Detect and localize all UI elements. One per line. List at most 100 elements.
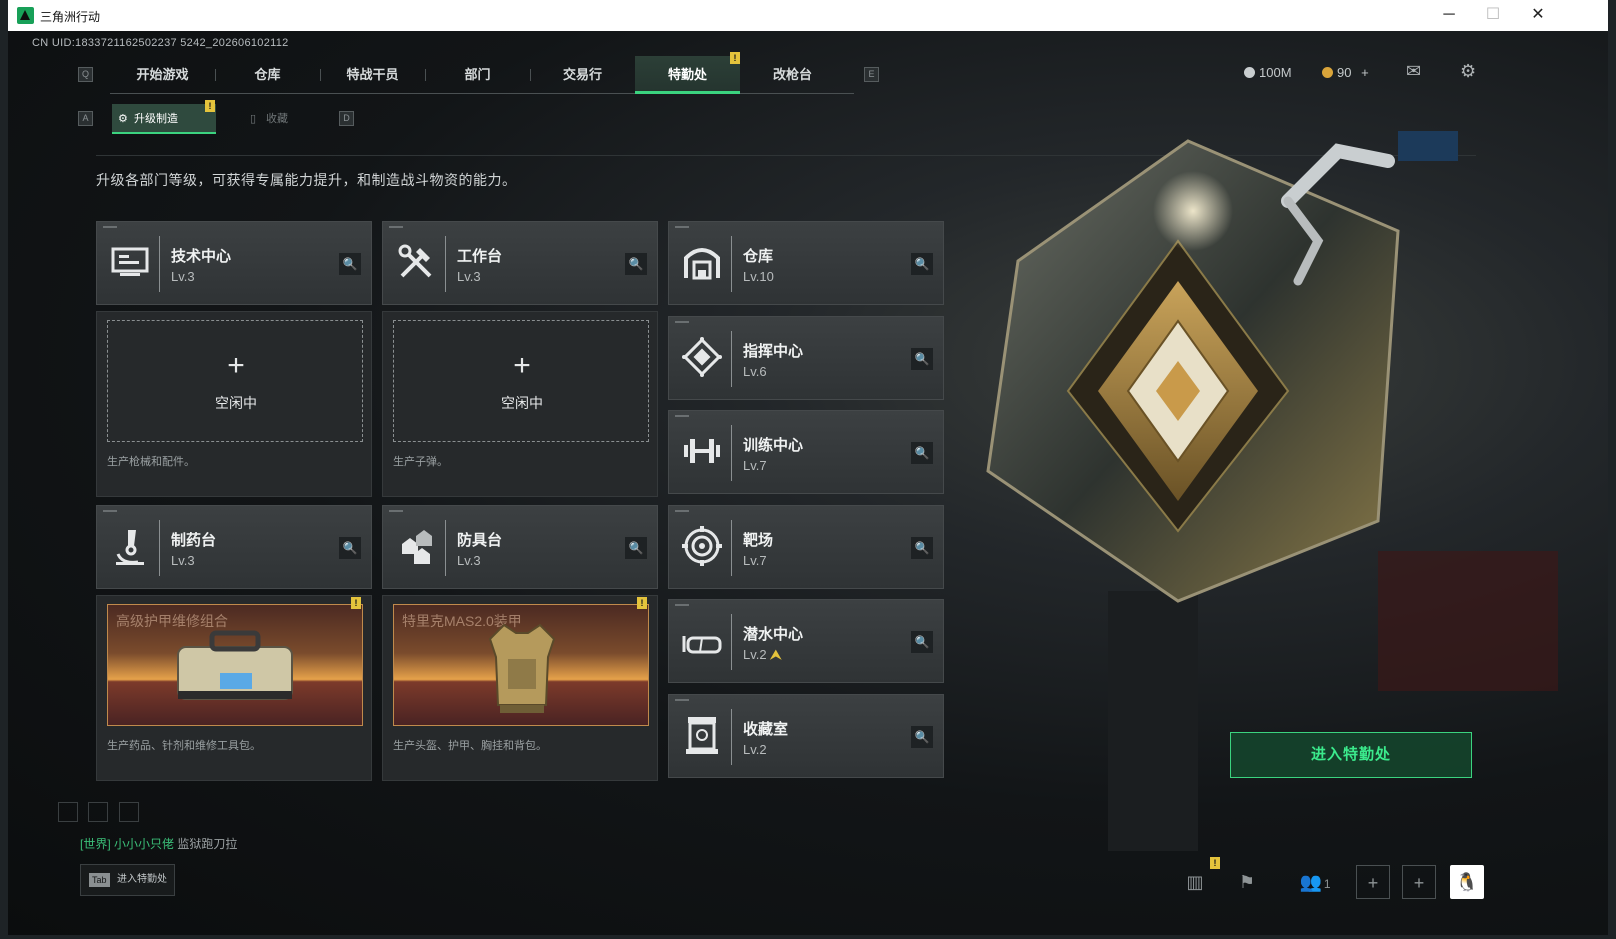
player-uid: CN UID:1833721162502237 5242_20260610211… xyxy=(32,37,289,49)
magnify-icon[interactable]: 🔍 xyxy=(625,253,647,275)
diving-mask-icon xyxy=(682,636,722,654)
chat-option-2[interactable] xyxy=(88,802,109,822)
chat-message[interactable]: [世界] 小小小只佬 监狱跑刀拉 xyxy=(80,835,237,852)
dept-card-training-center[interactable]: 训练中心 Lv.7 🔍 xyxy=(668,410,944,494)
tab-start-game[interactable]: 开始游戏 xyxy=(110,56,215,94)
ready-badge: ! xyxy=(351,597,361,609)
upgrade-available-icon: ⮝ xyxy=(770,647,782,662)
silver-currency[interactable]: 100M xyxy=(1244,65,1292,80)
gold-currency[interactable]: 90 + xyxy=(1322,65,1369,80)
subtab-upgrade-craft[interactable]: 升级制造 ⚙ xyxy=(112,104,216,134)
add-gold-button[interactable]: + xyxy=(1361,65,1369,80)
subtab-collection[interactable]: ▯ 收藏 xyxy=(244,104,324,134)
dept-card-tech-center[interactable]: 技术中心 Lv.3 🔍 xyxy=(96,221,372,305)
magnify-icon[interactable]: 🔍 xyxy=(911,726,933,748)
dept-level: Lv.3 xyxy=(171,269,195,284)
dept-name: 指挥中心 xyxy=(743,343,804,360)
main-nav: 开始游戏 仓库 特战干员 部门 交易行 特勤处 改枪台 xyxy=(110,56,854,94)
magnify-icon[interactable]: 🔍 xyxy=(339,537,361,559)
subnav-next-key[interactable]: D xyxy=(339,111,354,126)
dept-card-shooting-range[interactable]: 靶场 Lv.7 🔍 xyxy=(668,505,944,589)
maximize-button[interactable]: ☐ xyxy=(1473,4,1513,26)
production-slot-armor[interactable]: 特里克MAS2.0装甲 ! 生产头盔、护甲、胸挂和背包。 xyxy=(382,595,658,781)
stats-chart-icon[interactable]: ▥ xyxy=(1178,865,1212,899)
add-teammate-slot-2[interactable]: + xyxy=(1402,865,1436,899)
title-bar: 三角洲行动 ─ ☐ ✕ xyxy=(8,0,1608,31)
nav-next-key[interactable]: E xyxy=(864,67,879,82)
production-slot-ammo[interactable]: + 空闲中 生产子弹。 xyxy=(382,311,658,497)
close-button[interactable]: ✕ xyxy=(1518,4,1558,26)
production-slot-weapons[interactable]: + 空闲中 生产枪械和配件。 xyxy=(96,311,372,497)
dept-card-armor-bench[interactable]: 防具台 Lv.3 🔍 xyxy=(382,505,658,589)
settings-gear-icon[interactable]: ⚙ xyxy=(1460,61,1476,82)
dept-level: Lv.7 xyxy=(743,458,767,473)
dept-name: 技术中心 xyxy=(171,248,232,265)
slot-description: 生产枪械和配件。 xyxy=(107,456,195,468)
stats-badge: ! xyxy=(1210,857,1220,869)
dept-card-warehouse[interactable]: 仓库 Lv.10 🔍 xyxy=(668,221,944,305)
dept-name: 潜水中心 xyxy=(743,626,804,643)
subtab-upgrade-label: 升级制造 xyxy=(134,113,178,125)
dept-level: Lv.2 xyxy=(743,742,767,757)
flag-icon[interactable]: ⚑ xyxy=(1230,865,1264,899)
empty-slot[interactable]: + 空闲中 xyxy=(393,320,649,442)
add-teammate-slot-1[interactable]: + xyxy=(1356,865,1390,899)
friends-count: 1 xyxy=(1323,877,1331,891)
page-description: 升级各部门等级，可获得专属能力提升，和制造战斗物资的能力。 xyxy=(96,172,517,188)
gold-coin-icon xyxy=(1322,67,1333,78)
tab-key-hint: Tab xyxy=(89,873,110,887)
magnify-icon[interactable]: 🔍 xyxy=(911,253,933,275)
magnify-icon[interactable]: 🔍 xyxy=(339,253,361,275)
collection-icon xyxy=(686,717,718,754)
qq-avatar-icon[interactable]: 🐧 xyxy=(1450,865,1484,899)
slot-description: 生产子弹。 xyxy=(393,456,448,468)
dept-name: 防具台 xyxy=(457,532,503,549)
dept-name: 收藏室 xyxy=(743,721,789,738)
slot-status: 空闲中 xyxy=(501,395,543,411)
empty-slot[interactable]: + 空闲中 xyxy=(107,320,363,442)
chat-user[interactable]: 小小小只佬 xyxy=(114,837,174,851)
chat-option-1[interactable] xyxy=(58,802,78,822)
dept-level: Lv.6 xyxy=(743,364,767,379)
dept-level: Lv.3 xyxy=(457,553,481,568)
tab-market[interactable]: 交易行 xyxy=(530,56,635,94)
magnify-icon[interactable]: 🔍 xyxy=(911,537,933,559)
dept-card-command-center[interactable]: 指挥中心 Lv.6 🔍 xyxy=(668,316,944,400)
chat-option-3[interactable] xyxy=(118,802,139,822)
tools-icon xyxy=(398,244,432,278)
magnify-icon[interactable]: 🔍 xyxy=(911,442,933,464)
magnify-icon[interactable]: 🔍 xyxy=(625,537,647,559)
dumbbell-icon xyxy=(684,439,720,463)
dept-level: Lv.2 ⮝ xyxy=(743,647,782,662)
tab-departments[interactable]: 部门 xyxy=(425,56,530,94)
dept-card-diving-center[interactable]: 潜水中心 Lv.2 ⮝ 🔍 xyxy=(668,599,944,683)
magnify-icon[interactable]: 🔍 xyxy=(911,348,933,370)
dept-card-workbench[interactable]: 工作台 Lv.3 🔍 xyxy=(382,221,658,305)
enter-special-ops-button[interactable]: 进入特勤处 xyxy=(1230,732,1472,778)
nav-prev-key[interactable]: Q xyxy=(78,67,93,82)
crafting-item-image[interactable]: 特里克MAS2.0装甲 xyxy=(393,604,649,726)
slot-description: 生产药品、针剂和维修工具包。 xyxy=(107,740,261,752)
mail-icon[interactable]: ✉ xyxy=(1406,61,1421,82)
collection-tab-icon: ▯ xyxy=(250,113,257,125)
armor-icon xyxy=(402,530,432,564)
tab-enter-special-ops-button[interactable]: Tab 进入特勤处 xyxy=(80,864,175,896)
dept-name: 工作台 xyxy=(457,248,503,265)
dept-card-pharmacy[interactable]: 制药台 Lv.3 🔍 xyxy=(96,505,372,589)
crafting-item-image[interactable]: 高级护甲维修组合 xyxy=(107,604,363,726)
tab-storage[interactable]: 仓库 xyxy=(215,56,320,94)
window-title: 三角洲行动 xyxy=(40,10,101,24)
minimize-button[interactable]: ─ xyxy=(1429,4,1469,26)
friends-button[interactable]: 👥 1 xyxy=(1290,865,1340,899)
tab-operators[interactable]: 特战干员 xyxy=(320,56,425,94)
tab-gunsmith[interactable]: 改枪台 xyxy=(740,56,845,94)
warehouse-icon xyxy=(684,248,720,280)
armor-repair-kit-icon xyxy=(177,630,293,700)
tab-special-ops[interactable]: 特勤处 xyxy=(635,56,740,94)
dept-name: 训练中心 xyxy=(743,437,804,454)
chat-toolbar xyxy=(58,802,139,827)
production-slot-medical[interactable]: 高级护甲维修组合 ! 生产药品、针剂和维修工具包。 xyxy=(96,595,372,781)
magnify-icon[interactable]: 🔍 xyxy=(911,631,933,653)
subnav-prev-key[interactable]: A xyxy=(78,111,93,126)
dept-card-collection-room[interactable]: 收藏室 Lv.2 🔍 xyxy=(668,694,944,778)
